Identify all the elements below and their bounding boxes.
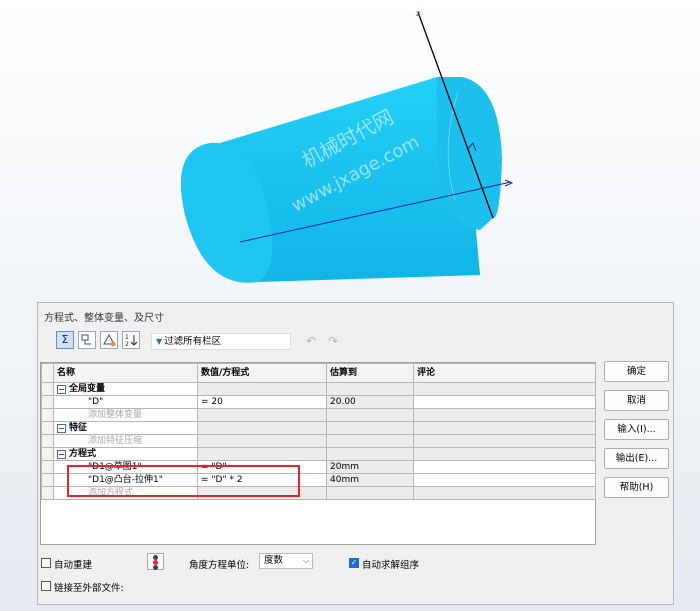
equation-eval: 20mm bbox=[326, 460, 414, 474]
add-feature-field[interactable]: 添加特征压缩 bbox=[53, 434, 198, 448]
row-selector[interactable] bbox=[41, 473, 54, 487]
angle-unit-label: 角度方程单位: bbox=[189, 560, 250, 571]
col-header-eval[interactable]: 估算到 bbox=[326, 363, 414, 383]
row-selector bbox=[41, 382, 54, 396]
row-selector bbox=[41, 408, 54, 422]
angle-unit-select[interactable]: 度数 ⌵ bbox=[259, 553, 313, 569]
collapse-icon[interactable]: − bbox=[57, 385, 66, 394]
angle-unit-value: 度数 bbox=[264, 555, 284, 566]
col-header-value[interactable]: 数值/方程式 bbox=[197, 363, 327, 383]
auto-solve-checkbox[interactable]: ✓ bbox=[349, 558, 359, 568]
global-var-value[interactable]: = 20 bbox=[197, 395, 327, 409]
row-selector[interactable] bbox=[41, 460, 54, 474]
equation-comment[interactable] bbox=[413, 473, 596, 487]
light-bottom bbox=[153, 565, 158, 570]
ordered-view-button[interactable]: 12 bbox=[122, 331, 140, 349]
empty-cell bbox=[326, 408, 414, 422]
export-button[interactable]: 输出(E)... bbox=[604, 448, 669, 469]
link-external-checkbox[interactable] bbox=[41, 581, 51, 591]
row-selector bbox=[41, 486, 54, 500]
table-row: 添加整体变量 bbox=[41, 408, 596, 422]
auto-rebuild-label: 自动重建 bbox=[54, 560, 93, 571]
filter-input[interactable]: ▼ 过滤所有栏区 bbox=[151, 333, 291, 350]
group-cell bbox=[326, 447, 414, 461]
equation-comment[interactable] bbox=[413, 460, 596, 474]
empty-cell bbox=[197, 434, 327, 448]
col-header-comment[interactable]: 评论 bbox=[413, 363, 596, 383]
cancel-button[interactable]: 取消 bbox=[604, 390, 669, 411]
group-cell bbox=[197, 421, 327, 435]
group-label: 方程式 bbox=[69, 449, 97, 459]
tree-view-button[interactable] bbox=[78, 331, 96, 349]
row-selector[interactable] bbox=[41, 395, 54, 409]
group-cell bbox=[413, 382, 596, 396]
group-cell bbox=[326, 421, 414, 435]
tree-view-icon bbox=[81, 334, 91, 345]
row-selector bbox=[41, 447, 54, 461]
auto-rebuild-checkbox[interactable] bbox=[41, 558, 51, 568]
group-label: 特征 bbox=[69, 423, 88, 433]
empty-cell bbox=[413, 408, 596, 422]
sort-icon bbox=[103, 333, 116, 347]
auto-solve-label: 自动求解组序 bbox=[362, 560, 420, 571]
add-global-var-field[interactable]: 添加整体变量 bbox=[53, 408, 198, 422]
group-cell bbox=[197, 447, 327, 461]
row-selector-header bbox=[41, 363, 54, 383]
redo-icon[interactable]: ↷ bbox=[328, 334, 338, 348]
sort-view-button[interactable] bbox=[100, 331, 118, 349]
order-icon: 12 bbox=[125, 334, 138, 348]
global-var-name[interactable]: "D" bbox=[53, 395, 198, 409]
empty-cell bbox=[326, 486, 414, 500]
row-selector bbox=[41, 434, 54, 448]
filter-icon: ▼ bbox=[156, 337, 163, 346]
empty-cell bbox=[197, 408, 327, 422]
global-var-eval: 20.00 bbox=[326, 395, 414, 409]
dialog-title: 方程式、整体变量、及尺寸 bbox=[44, 313, 164, 324]
group-label: 全局变量 bbox=[69, 384, 106, 394]
group-row-equations: − 方程式 bbox=[41, 447, 596, 461]
group-global-title[interactable]: − 全局变量 bbox=[53, 382, 198, 396]
red-highlight-box bbox=[67, 465, 300, 497]
filter-placeholder: 过滤所有栏区 bbox=[164, 336, 222, 347]
group-cell bbox=[413, 421, 596, 435]
col-header-name[interactable]: 名称 bbox=[53, 363, 198, 383]
global-var-comment[interactable] bbox=[413, 395, 596, 409]
collapse-icon[interactable]: − bbox=[57, 450, 66, 459]
empty-cell bbox=[326, 434, 414, 448]
link-external-label: 链接至外部文件: bbox=[54, 583, 124, 594]
chevron-down-icon: ⌵ bbox=[302, 556, 309, 565]
equations-dialog: 方程式、整体变量、及尺寸 Σ 12 ▼ 过滤所有栏区 ↶ ↷ 名称 数值/方程式 … bbox=[37, 302, 674, 605]
group-cell bbox=[326, 382, 414, 396]
group-cell bbox=[197, 382, 327, 396]
axis-z-label: z bbox=[416, 9, 420, 18]
collapse-icon[interactable]: − bbox=[57, 424, 66, 433]
table-row: "D" = 20 20.00 bbox=[41, 395, 596, 409]
import-button[interactable]: 输入(I)... bbox=[604, 419, 669, 440]
group-equations-title[interactable]: − 方程式 bbox=[53, 447, 198, 461]
3d-viewport[interactable]: z 机械时代网 www.jxage.com bbox=[0, 0, 700, 300]
table-header-row: 名称 数值/方程式 估算到 评论 bbox=[41, 363, 596, 383]
equation-eval: 40mm bbox=[326, 473, 414, 487]
table-row: 添加特征压缩 bbox=[41, 434, 596, 448]
group-row-features: − 特征 bbox=[41, 421, 596, 435]
group-cell bbox=[413, 447, 596, 461]
equations-table: 名称 数值/方程式 估算到 评论 − 全局变量 "D" = 20 20.00 添加… bbox=[40, 362, 596, 545]
svg-text:2: 2 bbox=[125, 341, 129, 348]
empty-cell bbox=[413, 486, 596, 500]
ok-button[interactable]: 确定 bbox=[604, 361, 669, 382]
svg-text:1: 1 bbox=[125, 334, 129, 341]
traffic-light-icon bbox=[147, 553, 164, 570]
empty-cell bbox=[413, 434, 596, 448]
row-selector bbox=[41, 421, 54, 435]
equation-view-button[interactable]: Σ bbox=[56, 331, 74, 349]
help-button[interactable]: 帮助(H) bbox=[604, 477, 669, 498]
group-row-global: − 全局变量 bbox=[41, 382, 596, 396]
undo-icon[interactable]: ↶ bbox=[306, 334, 316, 348]
group-features-title[interactable]: − 特征 bbox=[53, 421, 198, 435]
